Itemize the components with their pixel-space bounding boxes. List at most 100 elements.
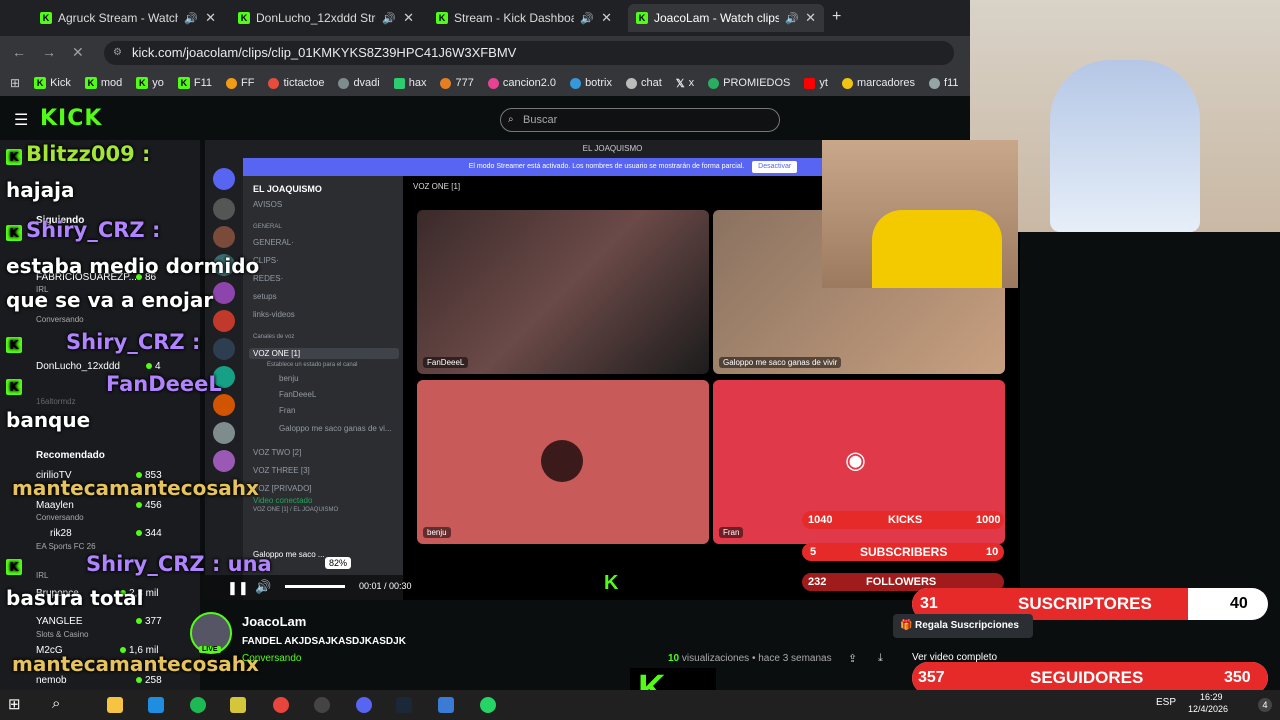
clip-category[interactable]: Conversando: [242, 653, 301, 664]
channel-item[interactable]: links-videos: [253, 310, 295, 319]
channel-item[interactable]: AVISOS: [253, 200, 282, 209]
bookmark-chat[interactable]: chat: [625, 77, 662, 89]
back-icon[interactable]: ←: [12, 44, 26, 60]
voice-channel-active[interactable]: VOZ ONE [1]: [249, 348, 399, 359]
apps-icon[interactable]: ⊞: [10, 76, 20, 90]
bookmark-f11[interactable]: K F11: [177, 77, 212, 89]
close-icon[interactable]: ✕: [205, 10, 216, 26]
clock-time[interactable]: 16:29: [1200, 692, 1223, 702]
bookmark-label: cancion2.0: [502, 77, 557, 89]
tab-donlucho[interactable]: K DonLucho_12xddd Stream 🔊 ✕: [230, 4, 422, 32]
spotify-icon[interactable]: [190, 697, 206, 713]
sidebar-item-label[interactable]: YANGLEE: [36, 616, 83, 627]
bookmark-ff[interactable]: FF: [226, 77, 254, 89]
server-icon[interactable]: [213, 198, 235, 220]
discord-icon[interactable]: [356, 697, 372, 713]
kick-logo[interactable]: KICK: [40, 106, 102, 131]
sidebar-item-label[interactable]: DonLucho_12xddd: [36, 361, 120, 372]
forward-icon[interactable]: →: [42, 44, 56, 60]
voice-channel[interactable]: VOZ THREE [3]: [253, 466, 310, 475]
tab-label: DonLucho_12xddd Stream: [256, 11, 376, 25]
file-explorer-icon[interactable]: [107, 697, 123, 713]
windows-start-icon[interactable]: ⊞: [8, 695, 21, 713]
chat-message: K Blitzz009 :: [6, 142, 150, 166]
server-icon[interactable]: [213, 338, 235, 360]
site-info-icon[interactable]: ⚙: [113, 41, 122, 65]
bookmark-marcadores[interactable]: marcadores: [841, 77, 915, 89]
bookmark-hax[interactable]: hax: [393, 77, 426, 89]
channel-name[interactable]: JoacoLam: [242, 614, 306, 629]
new-tab-icon[interactable]: +: [832, 8, 841, 26]
kick-icon: K: [238, 12, 250, 24]
discord-home-icon[interactable]: [213, 168, 235, 190]
mail-icon[interactable]: [148, 697, 164, 713]
obs-icon[interactable]: [314, 697, 330, 713]
voice-channel[interactable]: VOZ [PRIVADO]: [253, 484, 312, 493]
share-icon[interactable]: ⇪: [848, 652, 857, 665]
voice-user[interactable]: Fran: [279, 406, 295, 415]
bookmark-777[interactable]: 777: [440, 77, 474, 89]
whatsapp-icon[interactable]: [480, 697, 496, 713]
menu-icon[interactable]: ☰: [14, 110, 28, 130]
gift-subscriptions-button[interactable]: 🎁 Regala Suscripciones: [893, 614, 1033, 638]
bookmark-yt[interactable]: yt: [804, 77, 828, 89]
app-icon[interactable]: [438, 697, 454, 713]
server-icon[interactable]: [213, 310, 235, 332]
server-name[interactable]: EL JOAQUISMO: [253, 184, 322, 194]
server-icon[interactable]: [213, 226, 235, 248]
voice-user[interactable]: Galoppo me saco ganas de vi...: [279, 424, 392, 433]
sidebar-item-label[interactable]: 16altormdz: [36, 397, 76, 406]
tab-agruck[interactable]: K Agruck Stream - Watch Live 🔊 ✕: [32, 4, 224, 32]
channel-item[interactable]: setups: [253, 292, 277, 301]
full-video-link[interactable]: Ver video completo: [912, 652, 997, 663]
goal-label: SUSCRIPTORES: [1018, 594, 1152, 613]
address-input[interactable]: ⚙ kick.com/joacolam/clips/clip_01KMKYKS8…: [104, 41, 954, 65]
server-icon[interactable]: [213, 450, 235, 472]
sidebar-item-label[interactable]: rik28: [50, 528, 72, 539]
server-icon[interactable]: [213, 394, 235, 416]
server-icon[interactable]: [213, 282, 235, 304]
channel-item[interactable]: GENERAL·: [253, 238, 294, 247]
bookmark-dvadi[interactable]: dvadi: [338, 77, 380, 89]
bookmark-tictactoe[interactable]: tictactoe: [268, 77, 324, 89]
clock-date[interactable]: 12/4/2026: [1188, 704, 1228, 714]
tab-dashboard[interactable]: K Stream - Kick Dashboard 🔊 ✕: [428, 4, 620, 32]
bookmark-promiedos[interactable]: PROMIEDOS: [708, 77, 790, 89]
speaker-icon: 🔊: [382, 12, 396, 25]
video-tile[interactable]: FanDeeeL: [417, 210, 709, 374]
notes-icon[interactable]: [230, 697, 246, 713]
voice-user[interactable]: benju: [279, 374, 299, 383]
bookmark-f11b[interactable]: f11: [929, 77, 959, 89]
language-indicator[interactable]: ESP: [1156, 697, 1176, 708]
video-tile[interactable]: benju: [417, 380, 709, 544]
download-icon[interactable]: ⤓: [878, 652, 883, 665]
steam-icon[interactable]: [396, 697, 412, 713]
close-icon[interactable]: ✕: [805, 10, 816, 26]
close-icon[interactable]: ✕: [601, 10, 612, 26]
bookmark-kick[interactable]: K Kick: [34, 77, 71, 89]
deactivate-button[interactable]: Desactivar: [752, 161, 798, 173]
chrome-icon[interactable]: [273, 697, 289, 713]
search-input[interactable]: ⌕ Buscar: [500, 108, 780, 132]
voice-user[interactable]: FanDeeeL: [279, 390, 316, 399]
stop-icon[interactable]: ✕: [72, 44, 84, 61]
close-icon[interactable]: ✕: [403, 10, 414, 26]
bookmark-cancion[interactable]: cancion2.0: [487, 77, 557, 89]
bookmark-mod[interactable]: Kmod: [84, 77, 123, 89]
chat-username: FanDeeeL: [106, 372, 222, 396]
bookmark-label: mod: [100, 77, 123, 89]
volume-icon[interactable]: 🔊: [255, 579, 271, 595]
bookmark-yo[interactable]: Kyo: [136, 77, 164, 89]
sidebar-item-label[interactable]: nemob: [36, 675, 67, 686]
sidebar-item-label[interactable]: Maaylen: [36, 500, 74, 511]
bookmark-botrix[interactable]: botrix: [570, 77, 612, 89]
volume-slider[interactable]: [285, 585, 345, 588]
pause-icon[interactable]: ❚❚: [227, 580, 249, 596]
tab-joacolam[interactable]: K JoacoLam - Watch clips on 🔊 ✕: [628, 4, 824, 32]
bookmark-x[interactable]: 𝕏x: [676, 77, 694, 90]
search-icon[interactable]: ⌕: [52, 695, 60, 712]
notification-badge[interactable]: 4: [1258, 698, 1272, 712]
voice-channel[interactable]: VOZ TWO [2]: [253, 448, 301, 457]
server-icon[interactable]: [213, 422, 235, 444]
site-icon: [487, 77, 499, 89]
